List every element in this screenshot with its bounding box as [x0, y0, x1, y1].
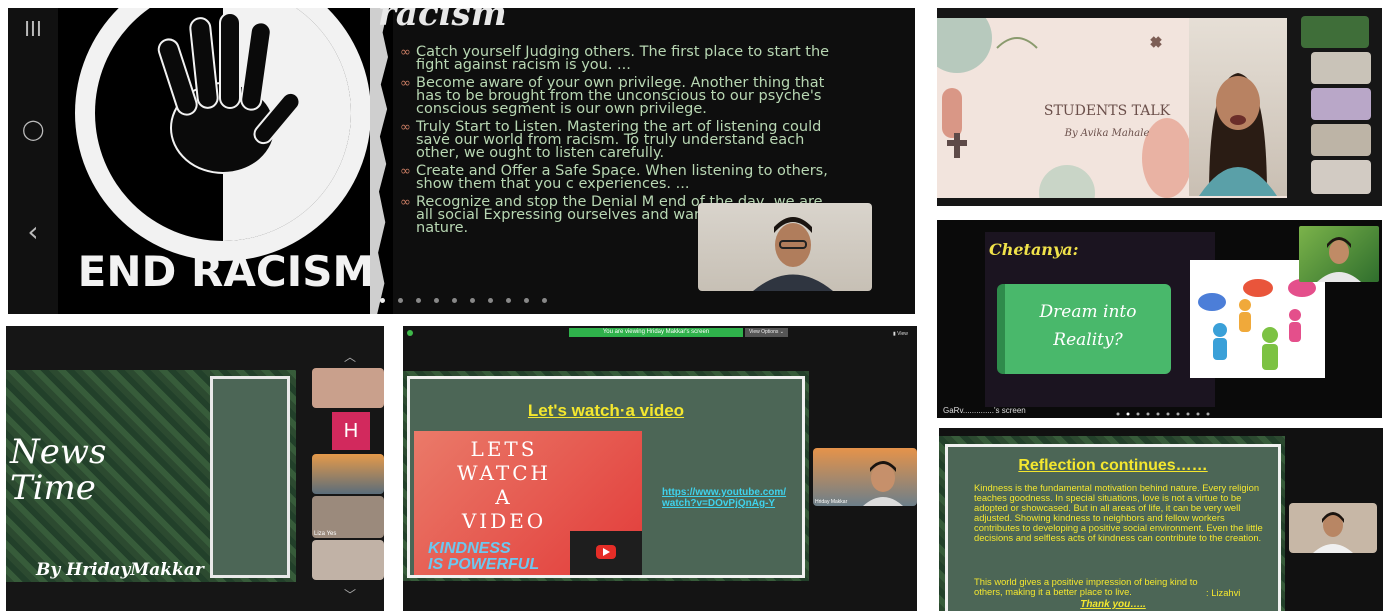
pagination-dot[interactable] — [470, 298, 475, 303]
participant-thumb[interactable] — [1301, 16, 1369, 48]
slide-pagination-dots — [380, 290, 560, 308]
pagination-dot[interactable] — [380, 298, 385, 303]
slide-title: Let's watch·a video — [527, 401, 685, 420]
participant-name: Liza Yes — [314, 531, 337, 537]
chevron-up-icon[interactable]: ︿ — [344, 348, 356, 365]
slide-area: Reflection continues…… Kindness is the f… — [945, 444, 1281, 611]
thumb-line: A — [495, 485, 513, 509]
slide-title: STUDENTS TALK — [1043, 103, 1171, 119]
participant-strip — [1299, 16, 1379, 196]
thumbnail-tag: KINDNESS IS POWERFUL — [428, 541, 539, 573]
participant-thumb[interactable] — [1311, 160, 1371, 194]
participant-thumb[interactable] — [312, 540, 384, 580]
participant-thumb[interactable]: Liza Yes — [312, 496, 384, 538]
speaker-name: Chetanya: — [989, 240, 1079, 259]
participant-name: Hriday Makkar — [815, 499, 848, 505]
home-icon[interactable]: ◯ — [22, 118, 44, 140]
android-nav-bar: III ◯ ‹ — [8, 8, 58, 314]
view-options-button[interactable]: View Options ⌄ — [745, 328, 788, 337]
security-icon — [407, 330, 413, 336]
thumb-tag-line: KINDNESS — [428, 540, 511, 557]
scroll-graphic: Dream into Reality? — [997, 284, 1171, 374]
watch-video-panel: You are viewing Hriday Makkar's screen V… — [403, 326, 917, 611]
participant-thumb[interactable] — [1311, 52, 1371, 84]
participant-video-tile[interactable]: Hriday Makkar — [813, 448, 917, 506]
list-item: Create and Offer a Safe Space. When list… — [400, 164, 830, 192]
participant-thumb[interactable] — [312, 454, 384, 494]
list-item: Truly Start to Listen. Mastering the art… — [400, 120, 830, 161]
reflection-panel: Reflection continues…… Kindness is the f… — [939, 428, 1383, 611]
screen-share-banner: You are viewing Hriday Makkar's screen — [569, 328, 743, 337]
chetanya-slide-panel: Chetanya: Dream into Reality? GaRv......… — [937, 220, 1382, 418]
thumb-line: WATCH — [457, 461, 551, 485]
thumb-line: LETS — [470, 437, 538, 461]
participant-avatar — [753, 217, 833, 291]
thanks-text: Thank you….. — [1080, 599, 1146, 610]
participant-avatar — [1313, 512, 1353, 553]
participant-video-tile[interactable] — [1299, 226, 1379, 282]
byline: By HridayMakkar — [36, 560, 204, 580]
slide-pagination-dots — [1115, 404, 1225, 418]
pagination-dot[interactable] — [434, 298, 439, 303]
participant-thumb[interactable] — [1311, 88, 1371, 120]
hand-symbol-icon: END RACISM — [75, 8, 375, 296]
participant-video-tile[interactable] — [698, 203, 872, 291]
pagination-dot[interactable] — [398, 298, 403, 303]
pagination-dot[interactable] — [524, 298, 529, 303]
students-talk-panel: STUDENTS TALK By Avika Mahale — [937, 8, 1382, 206]
screen-share-label: GaRv..............'s screen — [943, 406, 1026, 415]
pagination-dot[interactable] — [506, 298, 511, 303]
video-link[interactable]: https://www.youtube.com/watch?v=DOvPjQnA… — [662, 487, 792, 509]
slide-panel-box — [210, 376, 290, 578]
chevron-down-icon[interactable]: ﹀ — [344, 586, 356, 603]
slide-title: Reflection continues…… — [1018, 457, 1208, 474]
dots-icon — [1116, 412, 1210, 416]
slide-title: racism — [378, 8, 507, 34]
participant-video-tile[interactable] — [1289, 503, 1377, 553]
thumb-line: VIDEO — [461, 509, 547, 533]
reflection-body: Kindness is the fundamental motivation b… — [974, 482, 1263, 543]
end-racism-graphic: END RACISM — [58, 8, 393, 314]
slide-subtitle: By Avika Mahale — [1064, 128, 1150, 139]
title-line1: News — [10, 432, 107, 472]
participant-avatar — [1317, 237, 1361, 282]
speaker-video-tile[interactable] — [1189, 18, 1287, 196]
participant-avatar — [863, 461, 903, 506]
author: : Lizahvi — [1206, 587, 1241, 598]
pagination-dot[interactable] — [416, 298, 421, 303]
video-thumbnail[interactable]: LETS WATCH A VIDEO KINDNESS IS POWERFUL — [414, 431, 642, 575]
title-line2: Time — [10, 468, 96, 508]
pagination-dot[interactable] — [452, 298, 457, 303]
end-racism-slide-panel: III ◯ ‹ END RACISM racism Catch yourself… — [8, 8, 915, 314]
reflection-body-2: This world gives a positive impression o… — [974, 576, 1198, 597]
youtube-play-icon[interactable] — [570, 531, 642, 575]
recent-apps-icon[interactable]: III — [22, 18, 44, 40]
pagination-dot[interactable] — [488, 298, 493, 303]
pagination-dot[interactable] — [542, 298, 547, 303]
avatar[interactable]: H — [332, 412, 370, 450]
participant-thumb[interactable] — [312, 368, 384, 408]
back-icon[interactable]: ‹ — [22, 218, 44, 246]
speaker-avatar — [1199, 73, 1277, 196]
news-time-panel: News Time By HridayMakkar ︿ H Liza Yes ﹀ — [6, 326, 384, 611]
thumbnail-title: LETS WATCH A VIDEO — [414, 437, 594, 533]
participant-thumb[interactable] — [1311, 124, 1371, 156]
slide-area: Let's watch·a video LETS WATCH A VIDEO K… — [407, 376, 805, 578]
scroll-text-line1: Dream into — [1039, 302, 1137, 322]
end-racism-label: END RACISM — [78, 247, 375, 296]
thumb-tag-line: IS POWERFUL — [428, 556, 540, 573]
list-item: Become aware of your own privilege. Anot… — [400, 76, 830, 117]
list-item: Catch yourself Judging others. The first… — [400, 45, 830, 73]
scroll-text-line2: Reality? — [1053, 330, 1123, 350]
news-time-title: News Time — [10, 434, 106, 506]
view-button[interactable]: ▮ View — [893, 331, 908, 337]
